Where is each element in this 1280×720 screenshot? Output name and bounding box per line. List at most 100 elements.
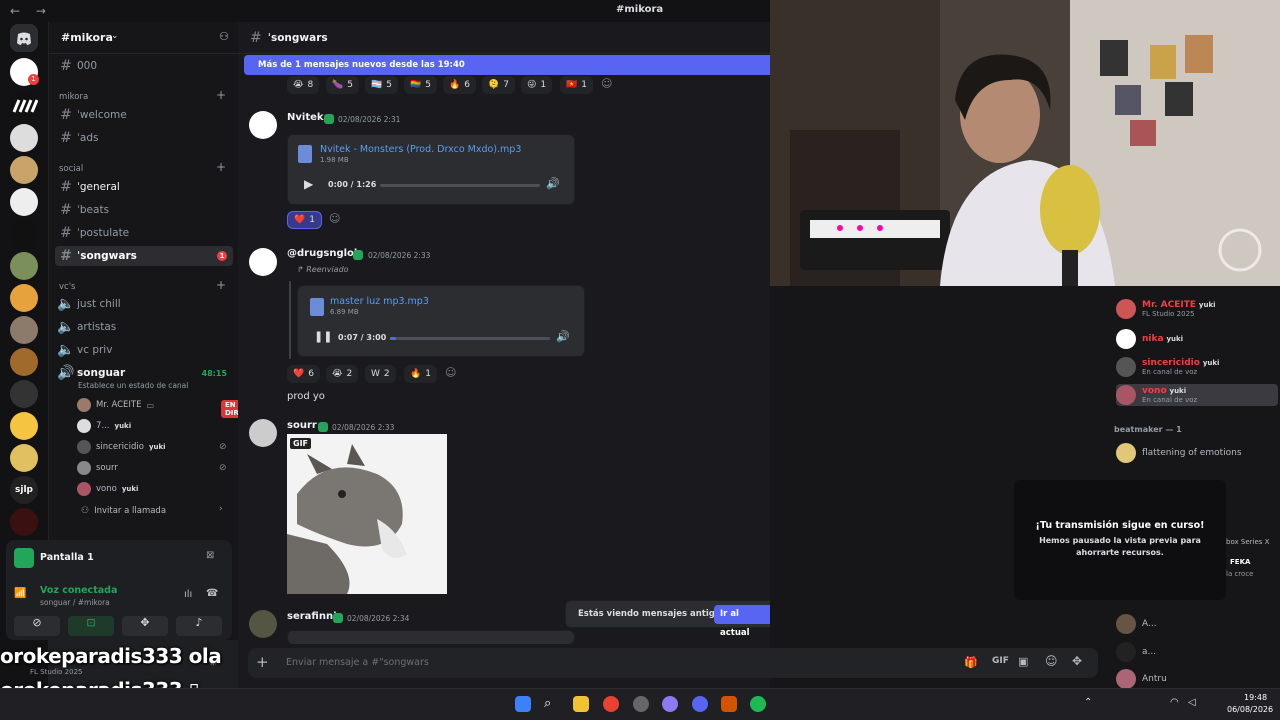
add-channel-icon[interactable]: + — [216, 88, 226, 102]
wifi-icon[interactable]: ◠ — [1170, 697, 1179, 708]
server-avatar-14[interactable] — [10, 508, 38, 536]
member-item[interactable]: A... — [1116, 613, 1157, 635]
clock-date[interactable]: 06/08/2026 — [1227, 705, 1273, 714]
category-social[interactable]: social — [59, 164, 83, 174]
apps-icon[interactable]: ✥ — [1072, 654, 1082, 668]
windows-start-icon[interactable] — [515, 696, 531, 712]
message-input[interactable]: Enviar mensaje a #"songwars — [286, 657, 429, 668]
new-messages-bar[interactable]: Más de 1 mensajes nuevos desde las 19:40 — [244, 55, 770, 75]
server-avatar-4[interactable] — [10, 156, 38, 184]
reaction[interactable]: 🏳️‍⚧️ 5 — [365, 76, 398, 94]
voice-user[interactable]: sincericidio yuki — [77, 438, 166, 456]
file-name[interactable]: master luz mp3.mp3 — [330, 296, 429, 307]
avatar[interactable] — [249, 419, 277, 447]
avatar[interactable] — [249, 610, 277, 638]
avatar[interactable] — [249, 248, 277, 276]
message-author[interactable]: @drugsnglok — [287, 248, 361, 259]
member-item[interactable]: Mr. ACEITE yuki FL Studio 2025 — [1116, 298, 1216, 320]
member-item[interactable]: Antru — [1116, 668, 1167, 690]
add-reaction-icon[interactable]: ☺ — [329, 212, 340, 225]
reaction[interactable]: 🫠 7 — [482, 76, 515, 94]
server-avatar-2[interactable] — [10, 92, 38, 120]
cat-gif[interactable]: GIF — [287, 434, 447, 594]
reaction[interactable]: 🔥 6 — [443, 76, 476, 94]
server-header[interactable]: #mikora ⌄ ⚇ — [49, 22, 239, 54]
emoji-icon[interactable]: ☺ — [1045, 654, 1058, 668]
tray-chevron-icon[interactable]: ⌃ — [1084, 697, 1092, 708]
member-item[interactable]: a... — [1116, 641, 1156, 663]
reaction[interactable]: 🍆 5 — [326, 76, 359, 94]
member-item[interactable]: nika yuki — [1116, 328, 1183, 350]
audio-track[interactable] — [380, 184, 540, 187]
noise-icon[interactable]: ılı — [184, 589, 192, 600]
camera-off-button[interactable]: ⊘ — [14, 616, 60, 636]
server-avatar-12[interactable] — [10, 412, 38, 440]
nav-arrows[interactable]: ← → — [10, 4, 52, 18]
app-icon[interactable] — [721, 696, 737, 712]
jump-to-present-button[interactable]: Ir al actual — [714, 605, 777, 638]
sticker-icon[interactable]: ▣ — [1018, 655, 1028, 668]
message-author[interactable]: serafinni — [287, 611, 337, 622]
voice-user[interactable]: vono yuki — [77, 480, 138, 498]
file-explorer-icon[interactable] — [573, 696, 589, 712]
pause-icon[interactable]: ❚❚ — [314, 330, 332, 343]
volume-icon[interactable]: 🔊 — [546, 177, 560, 190]
server-avatar-11[interactable] — [10, 380, 38, 408]
channel-000[interactable]: #000 — [55, 56, 233, 76]
category-vcs[interactable]: vc's — [59, 282, 75, 292]
reaction[interactable]: 😭 8 — [287, 76, 320, 94]
server-avatar-sjlp[interactable]: sjlp — [10, 476, 38, 504]
gift-icon[interactable]: 🎁 — [964, 656, 978, 669]
member-item[interactable]: vono yuki En canal de voz — [1116, 384, 1278, 406]
app-icon[interactable] — [662, 696, 678, 712]
member-item[interactable]: sincericidio yuki En canal de voz — [1116, 356, 1219, 378]
member-item[interactable]: flattening of emotions — [1116, 442, 1242, 464]
add-reaction-icon[interactable]: ☺ — [601, 77, 612, 90]
voice-user[interactable]: Mr. ACEITE ▭ — [77, 396, 154, 414]
reaction[interactable]: 😭 2 — [326, 365, 359, 383]
channel-postulate[interactable]: # ˈpostulate — [55, 223, 233, 243]
voice-channel-just-chill[interactable]: 🔈 just chill — [55, 294, 233, 314]
disconnect-icon[interactable]: ☎ — [206, 588, 218, 599]
voice-channel-path[interactable]: songuar / #mikora — [40, 598, 110, 607]
server-avatar-13[interactable] — [10, 444, 38, 472]
add-reaction-icon[interactable]: ☺ — [445, 366, 456, 379]
search-icon[interactable]: ⌕ — [544, 696, 560, 712]
add-member-icon[interactable]: ⚇ — [219, 30, 229, 43]
audio-track[interactable] — [390, 337, 550, 340]
voice-channel-songuar[interactable]: 🔊 songuar 48:15 — [55, 363, 233, 383]
channel-songwars[interactable]: # ˈsongwars 1 — [55, 246, 233, 266]
reaction[interactable]: 🏳️‍🌈 5 — [404, 76, 437, 94]
server-avatar-5[interactable] — [10, 188, 38, 216]
voice-user[interactable]: sourr — [77, 459, 118, 477]
avatar[interactable] — [249, 111, 277, 139]
server-avatar-3[interactable] — [10, 124, 38, 152]
reaction[interactable]: W2 — [365, 365, 396, 383]
reaction[interactable]: 🇻🇳 1 — [560, 76, 593, 94]
add-channel-icon[interactable]: + — [216, 278, 226, 292]
spotify-icon[interactable] — [750, 696, 766, 712]
channel-general[interactable]: # ˈgeneral — [55, 177, 233, 197]
gif-icon[interactable]: GIF — [992, 656, 1009, 666]
discord-home-icon[interactable] — [10, 24, 38, 52]
server-avatar-10[interactable] — [10, 348, 38, 376]
voice-channel-vc-priv[interactable]: 🔈 vc priv — [55, 340, 233, 360]
channel-welcome[interactable]: # ˈwelcome — [55, 105, 233, 125]
activities-button[interactable]: ✥ — [122, 616, 168, 636]
reaction[interactable]: 😜 1 — [521, 76, 553, 94]
server-avatar-6[interactable] — [10, 220, 38, 248]
soundboard-button[interactable]: ♪ — [176, 616, 222, 636]
category-mikora[interactable]: mikora — [59, 92, 88, 102]
message-author[interactable]: Nvitek — [287, 112, 324, 123]
reaction[interactable]: ❤️ 6 — [287, 365, 320, 383]
voice-channel-artistas[interactable]: 🔈 artistas — [55, 317, 233, 337]
volume-icon[interactable]: 🔊 — [556, 330, 570, 343]
clock-time[interactable]: 19:48 — [1244, 693, 1267, 702]
voice-connected[interactable]: Voz conectada — [40, 585, 117, 596]
close-preview-icon[interactable]: ⊠ — [206, 550, 214, 561]
chevron-right-icon[interactable]: › — [219, 504, 223, 514]
volume-icon[interactable]: ◁ — [1188, 697, 1196, 708]
channel-status[interactable]: Establece un estado de canal — [78, 381, 188, 390]
reaction[interactable]: ❤️ 1 — [287, 211, 322, 229]
server-avatar-8[interactable] — [10, 284, 38, 312]
